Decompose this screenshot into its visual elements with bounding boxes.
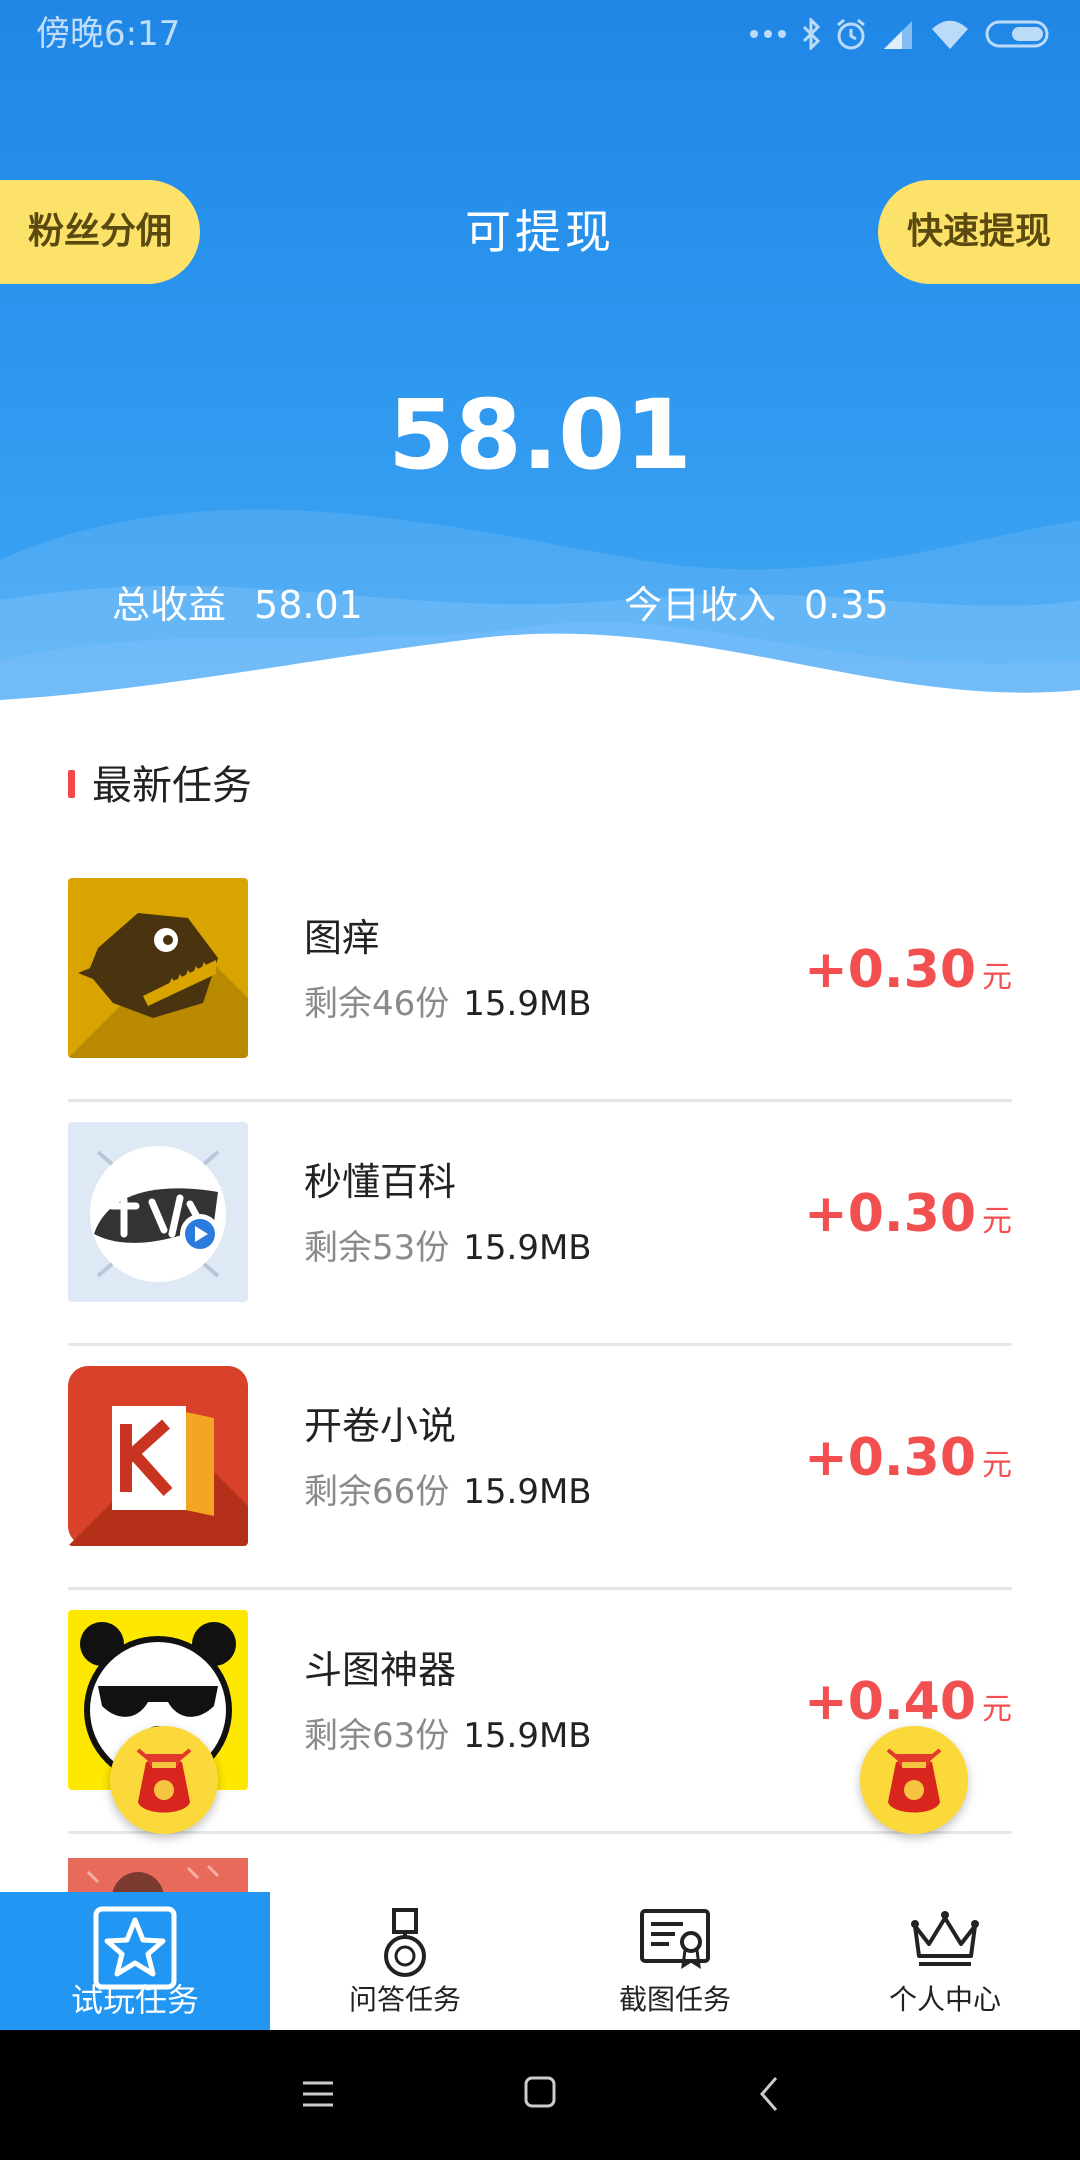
- task-list: 图痒 剩余46份 15.9MB +0.30 元 秒懂百科 剩余53份 15.9MB +…: [68, 858, 1012, 1834]
- certificate-icon: [639, 1906, 711, 1974]
- tab-label: 个人中心: [888, 1983, 1001, 2016]
- task-name: 斗图神器: [304, 1648, 457, 1692]
- quick-withdraw-button[interactable]: 快速提现: [878, 180, 1080, 284]
- tab-screenshot-tasks[interactable]: 截图任务: [540, 1892, 810, 2030]
- status-time: 傍晚6:17: [36, 14, 181, 54]
- book-k-app-icon: [68, 1366, 248, 1546]
- tab-label: 问答任务: [348, 1983, 461, 2016]
- task-reward: +0.30 元: [804, 1426, 1012, 1502]
- dinosaur-app-icon: [68, 878, 248, 1058]
- status-icons: [748, 14, 1054, 54]
- withdrawable-balance: 58.01: [388, 379, 692, 491]
- task-row[interactable]: 图痒 剩余46份 15.9MB +0.30 元: [68, 858, 1012, 1102]
- task-row[interactable]: 开卷小说 剩余66份 15.9MB +0.30 元: [68, 1346, 1012, 1590]
- tab-label: 试玩任务: [70, 1981, 199, 2019]
- section-marker: [68, 770, 75, 798]
- partial-app-icon: [68, 1858, 248, 1894]
- tab-personal-center[interactable]: 个人中心: [810, 1892, 1080, 2030]
- menu-icon[interactable]: [300, 2076, 336, 2112]
- miao-app-icon: [68, 1122, 248, 1302]
- today-income-label: 今日收入: [624, 583, 777, 627]
- task-size: 15.9MB: [463, 1228, 592, 1268]
- task-reward-unit: 元: [982, 1448, 1012, 1483]
- task-remaining: 剩余66份: [304, 1472, 450, 1512]
- back-icon[interactable]: [752, 2074, 788, 2114]
- bluetooth-icon: [802, 18, 821, 50]
- medal-icon: [380, 1906, 430, 1984]
- task-name: 开卷小说: [304, 1404, 457, 1448]
- total-earnings-value: 58.01: [254, 583, 363, 627]
- section-title: 最新任务: [92, 763, 252, 809]
- alarm-icon: [837, 18, 865, 50]
- task-reward-unit: 元: [982, 1204, 1012, 1239]
- total-earnings-label: 总收益: [112, 583, 227, 627]
- task-name: 图痒: [304, 916, 381, 960]
- total-earnings: 总收益 58.01: [112, 578, 363, 632]
- task-size: 15.9MB: [463, 1472, 592, 1512]
- more-dots-icon: [750, 30, 786, 38]
- red-envelope-bonus-icon[interactable]: [110, 1726, 218, 1834]
- tab-trial-tasks[interactable]: 试玩任务: [0, 1892, 270, 2030]
- today-income: 今日收入 0.35: [624, 578, 889, 632]
- task-size: 15.9MB: [463, 984, 592, 1024]
- task-reward: +0.30 元: [804, 938, 1012, 1014]
- task-remaining: 剩余46份: [304, 984, 450, 1024]
- battery-icon: [985, 20, 1049, 48]
- task-reward: +0.30 元: [804, 1182, 1012, 1258]
- today-income-value: 0.35: [804, 583, 889, 627]
- tab-label: 截图任务: [618, 1983, 731, 2016]
- task-reward-amount: +0.40: [804, 1672, 976, 1732]
- crown-icon: [909, 1906, 981, 1974]
- red-envelope-bonus-icon[interactable]: [860, 1726, 968, 1834]
- task-reward-unit: 元: [982, 960, 1012, 995]
- task-meta: 剩余53份 15.9MB: [304, 1224, 592, 1272]
- task-reward-amount: +0.30: [804, 940, 976, 1000]
- system-navigation-bar: [0, 2030, 1080, 2160]
- task-row[interactable]: 秒懂百科 剩余53份 15.9MB +0.30 元: [68, 1102, 1012, 1346]
- task-meta: 剩余46份 15.9MB: [304, 980, 592, 1028]
- tab-qa-tasks[interactable]: 问答任务: [270, 1892, 540, 2030]
- task-size: 15.9MB: [463, 1716, 592, 1756]
- signal-icon: [884, 21, 912, 49]
- wifi-icon: [932, 20, 968, 49]
- task-meta: 剩余63份 15.9MB: [304, 1712, 592, 1760]
- task-remaining: 剩余63份: [304, 1716, 450, 1756]
- task-reward-amount: +0.30: [804, 1184, 976, 1244]
- home-icon[interactable]: [522, 2074, 558, 2110]
- task-remaining: 剩余53份: [304, 1228, 450, 1268]
- bottom-tab-bar: 试玩任务 问答任务 截图任务 个人中心: [0, 1892, 1080, 2030]
- task-reward-amount: +0.30: [804, 1428, 976, 1488]
- task-meta: 剩余66份 15.9MB: [304, 1468, 592, 1516]
- earnings-header: 傍晚6:17 粉丝分佣 可提现 快速提现 58.01 总收益 58.01 今日收入…: [0, 0, 1080, 730]
- task-name: 秒懂百科: [304, 1160, 457, 1204]
- task-reward-unit: 元: [982, 1692, 1012, 1727]
